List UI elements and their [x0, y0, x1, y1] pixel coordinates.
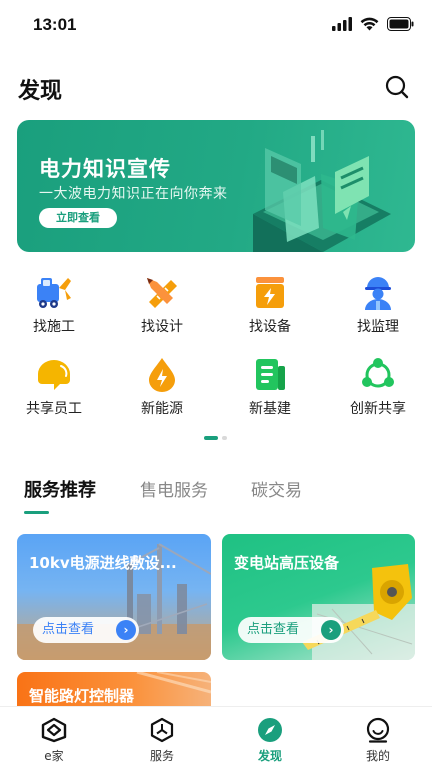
card-title: 智能路灯控制器 [29, 687, 135, 705]
search-icon [385, 75, 409, 99]
status-time: 13:01 [33, 15, 77, 34]
share-network-icon [362, 358, 394, 388]
arrow-right-icon: › [116, 620, 136, 640]
card-button-label: 点击查看 [247, 622, 300, 637]
compass-icon [258, 718, 282, 742]
arrow-right-icon: › [321, 620, 341, 640]
grid-label: 新能源 [141, 401, 183, 417]
battery-icon [387, 17, 414, 31]
service-card-substation[interactable]: 变电站高压设备 点击查看 › [222, 534, 415, 660]
nav-label: e家 [44, 749, 64, 763]
nav-item-discover[interactable]: 发现 [216, 717, 324, 764]
grid-item-supervisor[interactable]: 找监理 [324, 274, 432, 336]
card-title: 10kv电源进线敷设... [29, 554, 177, 572]
grid-label: 找设计 [141, 319, 183, 335]
grid-item-innovation-share[interactable]: 创新共享 [324, 356, 432, 418]
grid-label: 找施工 [33, 319, 75, 335]
card-title: 变电站高压设备 [234, 554, 340, 572]
page-title: 发现 [18, 79, 63, 104]
ruler-pencil-icon [147, 278, 177, 308]
card-view-button[interactable]: 点击查看 › [33, 617, 139, 643]
shared-worker-icon [38, 360, 70, 390]
status-bar: 13:01 [0, 0, 432, 48]
energy-drop-icon [149, 358, 175, 392]
service-hexagon-icon [150, 717, 174, 743]
grid-item-construction[interactable]: 找施工 [0, 274, 108, 336]
banner-subtitle: 一大波电力知识正在向你奔来 [39, 186, 228, 202]
nav-label: 发现 [257, 749, 282, 763]
grid-item-new-infrastructure[interactable]: 新基建 [216, 356, 324, 418]
status-icons [332, 17, 414, 31]
banner-title: 电力知识宣传 [39, 157, 171, 181]
grid-label: 创新共享 [350, 401, 406, 417]
grid-label: 新基建 [249, 401, 291, 417]
construction-vehicle-icon [37, 278, 71, 308]
grid-item-equipment[interactable]: 找设备 [216, 274, 324, 336]
grid-item-shared-worker[interactable]: 共享员工 [0, 356, 108, 418]
profile-icon [366, 717, 390, 743]
nav-label: 我的 [365, 749, 390, 763]
card-view-button[interactable]: 点击查看 › [238, 617, 344, 643]
grid-label: 找设备 [249, 319, 291, 335]
equipment-box-icon [256, 277, 284, 308]
grid-label: 找监理 [357, 319, 399, 335]
tab-underline [24, 511, 49, 514]
grid-item-design[interactable]: 找设计 [108, 274, 216, 336]
banner-view-button[interactable]: 立即查看 [39, 208, 117, 228]
pager-dot-active[interactable] [204, 436, 218, 440]
bottom-nav: e家 服务 发现 我的 [0, 706, 432, 768]
tab-electricity-sales[interactable]: 售电服务 [140, 476, 208, 501]
supervisor-worker-icon [365, 277, 391, 310]
nav-label: 服务 [149, 749, 174, 763]
ejia-icon [41, 717, 67, 743]
card-button-label: 点击查看 [42, 622, 95, 637]
service-card-power-cable[interactable]: 10kv电源进线敷设... 点击查看 › [17, 534, 211, 660]
pager-dot[interactable] [222, 436, 227, 440]
nav-item-mine[interactable]: 我的 [324, 717, 432, 764]
search-button[interactable] [384, 74, 410, 100]
nav-item-ejia[interactable]: e家 [0, 717, 108, 764]
tab-carbon-trading[interactable]: 碳交易 [251, 476, 302, 501]
grid-pager [0, 435, 432, 441]
signal-icon [332, 17, 352, 31]
wifi-icon [360, 17, 379, 31]
promo-banner[interactable]: 电力知识宣传 一大波电力知识正在向你奔来 立即查看 [17, 120, 415, 252]
grid-item-new-energy[interactable]: 新能源 [108, 356, 216, 418]
tab-recommended[interactable]: 服务推荐 [24, 476, 96, 502]
page-header: 发现 [18, 70, 410, 106]
book-illustration-icon [253, 130, 391, 252]
nav-item-service[interactable]: 服务 [108, 717, 216, 764]
grid-label: 共享员工 [26, 401, 82, 417]
infrastructure-doc-icon [256, 359, 285, 390]
